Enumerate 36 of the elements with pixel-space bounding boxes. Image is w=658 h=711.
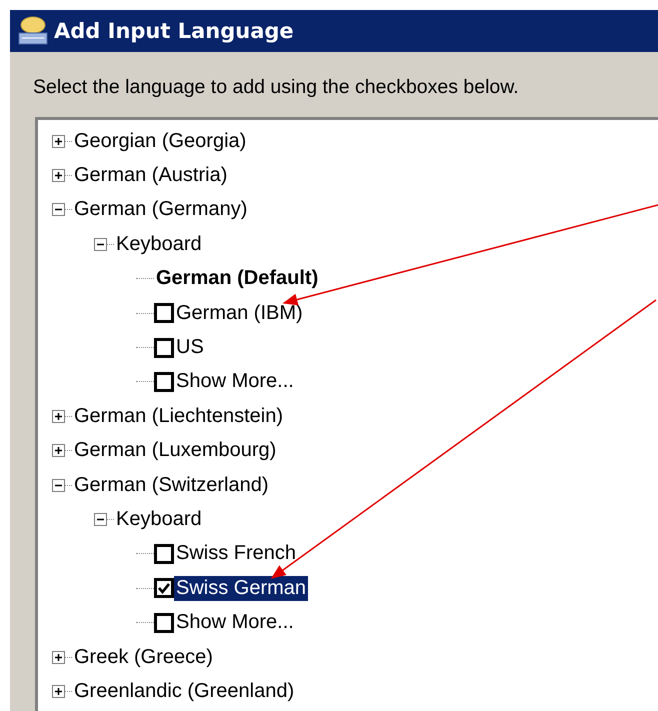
tree-item[interactable]: German (Austria) [72,163,230,188]
tree-item[interactable]: Greek (Greece) [72,644,215,670]
tree-item[interactable]: German (Liechtenstein) [72,404,285,429]
tree-item[interactable]: Swiss French [174,541,298,566]
tree-item[interactable]: Swiss German [174,576,308,601]
expander-icon[interactable] [52,203,65,216]
tree-item[interactable]: US [174,335,206,360]
expander-icon[interactable] [94,238,107,251]
expander-icon[interactable] [52,444,65,458]
tree-item[interactable]: Keyboard [114,506,204,532]
tree-item[interactable]: Greenlandic (Greenland) [72,678,296,704]
expander-icon[interactable] [52,169,65,182]
checkbox[interactable] [154,338,174,358]
checkbox[interactable] [154,544,174,564]
window-title: Add Input Language [54,19,294,43]
checkbox[interactable] [154,303,174,324]
expander-icon[interactable] [52,410,65,423]
expander-icon[interactable] [52,650,65,664]
instruction-text: Select the language to add using the checkboxes below. [33,76,520,99]
tree-item[interactable]: Show More... [174,369,296,394]
checkbox[interactable] [154,612,174,633]
checkbox[interactable] [154,372,174,392]
expander-icon[interactable] [94,512,107,526]
tree-item[interactable]: German (Germany) [72,197,250,222]
default-layout-label: German (Default) [155,266,320,292]
tree-item[interactable]: Keyboard [114,232,204,257]
tree-item[interactable]: Georgian (Georgia) [72,128,248,154]
checkbox[interactable] [154,578,174,598]
expander-icon[interactable] [52,684,65,698]
tree-item[interactable]: German (Luxembourg) [72,438,278,464]
expander-icon[interactable] [52,134,65,148]
tree-item[interactable]: Show More... [174,610,296,636]
tree-item[interactable]: German (Switzerland) [72,472,271,498]
tree-item[interactable]: German (IBM) [174,300,305,326]
app-icon [16,16,50,46]
expander-icon[interactable] [52,478,65,492]
